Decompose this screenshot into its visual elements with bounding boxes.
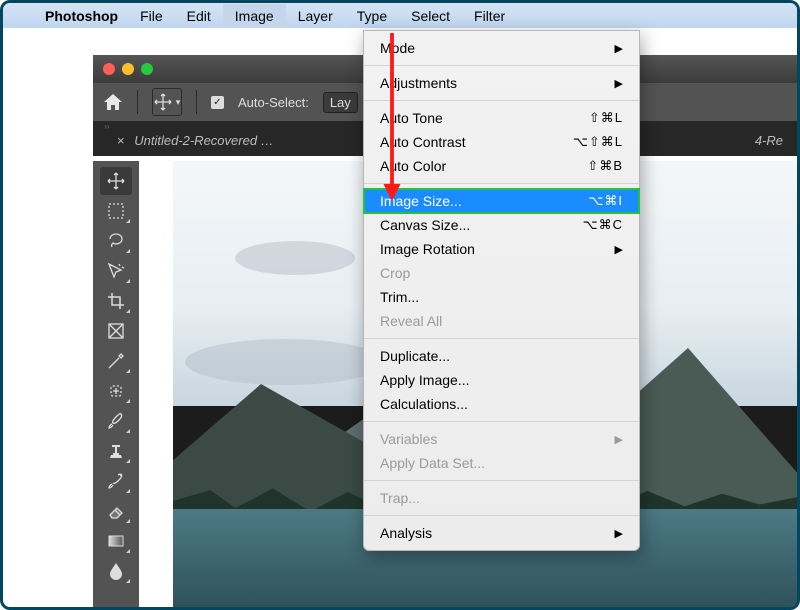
menu-item-apply-data-set: Apply Data Set... — [364, 451, 639, 475]
menu-edit[interactable]: Edit — [175, 4, 223, 28]
menu-separator — [364, 421, 639, 422]
app-name[interactable]: Photoshop — [35, 8, 128, 24]
document-tab[interactable]: 4-Re — [741, 125, 797, 156]
menu-file[interactable]: File — [128, 4, 175, 28]
menu-item-trim[interactable]: Trim... — [364, 285, 639, 309]
submenu-arrow-icon: ▶ — [615, 77, 623, 90]
menu-separator — [364, 338, 639, 339]
tab-label: Untitled-2-Recovered … — [134, 133, 273, 148]
shortcut-label: ⌥⌘I — [588, 193, 623, 209]
menu-item-auto-contrast[interactable]: Auto Contrast⌥⇧⌘L — [364, 130, 639, 154]
menu-layer[interactable]: Layer — [286, 4, 345, 28]
submenu-arrow-icon: ▶ — [615, 527, 623, 540]
menu-separator — [364, 480, 639, 481]
home-icon[interactable] — [103, 93, 123, 111]
image-menu-dropdown: Mode▶ Adjustments▶ Auto Tone⇧⌘L Auto Con… — [363, 30, 640, 551]
menu-item-image-rotation[interactable]: Image Rotation▶ — [364, 237, 639, 261]
menu-select[interactable]: Select — [399, 4, 462, 28]
submenu-arrow-icon: ▶ — [615, 433, 623, 446]
menu-separator — [364, 515, 639, 516]
window-minimize-button[interactable] — [122, 63, 134, 75]
tools-panel — [93, 161, 139, 607]
shortcut-label: ⌥⌘C — [583, 217, 623, 233]
auto-select-label: Auto-Select: — [238, 95, 309, 110]
shortcut-label: ⇧⌘B — [587, 158, 623, 174]
auto-select-value: Lay — [330, 95, 351, 110]
menu-item-duplicate[interactable]: Duplicate... — [364, 344, 639, 368]
shortcut-label: ⌥⇧⌘L — [573, 134, 623, 150]
window-maximize-button[interactable] — [141, 63, 153, 75]
menu-item-analysis[interactable]: Analysis▶ — [364, 521, 639, 545]
menu-item-adjustments[interactable]: Adjustments▶ — [364, 71, 639, 95]
menu-item-image-size[interactable]: Image Size...⌥⌘I — [364, 189, 639, 213]
mac-menu-bar: Photoshop File Edit Image Layer Type Sel… — [3, 3, 797, 28]
window-close-button[interactable] — [103, 63, 115, 75]
menu-item-auto-tone[interactable]: Auto Tone⇧⌘L — [364, 106, 639, 130]
chevron-down-icon: ▾ — [176, 97, 181, 108]
menu-item-canvas-size[interactable]: Canvas Size...⌥⌘C — [364, 213, 639, 237]
menu-separator — [364, 100, 639, 101]
menu-item-auto-color[interactable]: Auto Color⇧⌘B — [364, 154, 639, 178]
frame-tool-icon[interactable] — [100, 317, 132, 345]
auto-select-dropdown[interactable]: Lay — [323, 92, 358, 113]
menu-separator — [364, 65, 639, 66]
move-tool-icon[interactable] — [100, 167, 132, 195]
menu-item-apply-image[interactable]: Apply Image... — [364, 368, 639, 392]
menu-item-crop: Crop — [364, 261, 639, 285]
menu-separator — [364, 183, 639, 184]
menu-item-calculations[interactable]: Calculations... — [364, 392, 639, 416]
menu-type[interactable]: Type — [345, 4, 399, 28]
menu-image[interactable]: Image — [223, 4, 286, 28]
menu-item-trap: Trap... — [364, 486, 639, 510]
divider — [196, 90, 197, 114]
menu-item-reveal-all: Reveal All — [364, 309, 639, 333]
menu-item-variables: Variables▶ — [364, 427, 639, 451]
menu-item-mode[interactable]: Mode▶ — [364, 36, 639, 60]
menu-filter[interactable]: Filter — [462, 4, 517, 28]
tab-close-icon[interactable]: × — [117, 133, 125, 148]
submenu-arrow-icon: ▶ — [615, 243, 623, 256]
submenu-arrow-icon: ▶ — [615, 42, 623, 55]
auto-select-checkbox[interactable]: ✓ — [211, 96, 224, 109]
panel-handle[interactable]: ›› — [93, 121, 121, 133]
shortcut-label: ⇧⌘L — [589, 110, 623, 126]
tool-preset-move-icon[interactable]: ▾ — [152, 88, 182, 116]
document-tab[interactable]: × Untitled-2-Recovered … — [103, 125, 288, 156]
tab-label: 4-Re — [755, 133, 783, 148]
divider — [137, 90, 138, 114]
